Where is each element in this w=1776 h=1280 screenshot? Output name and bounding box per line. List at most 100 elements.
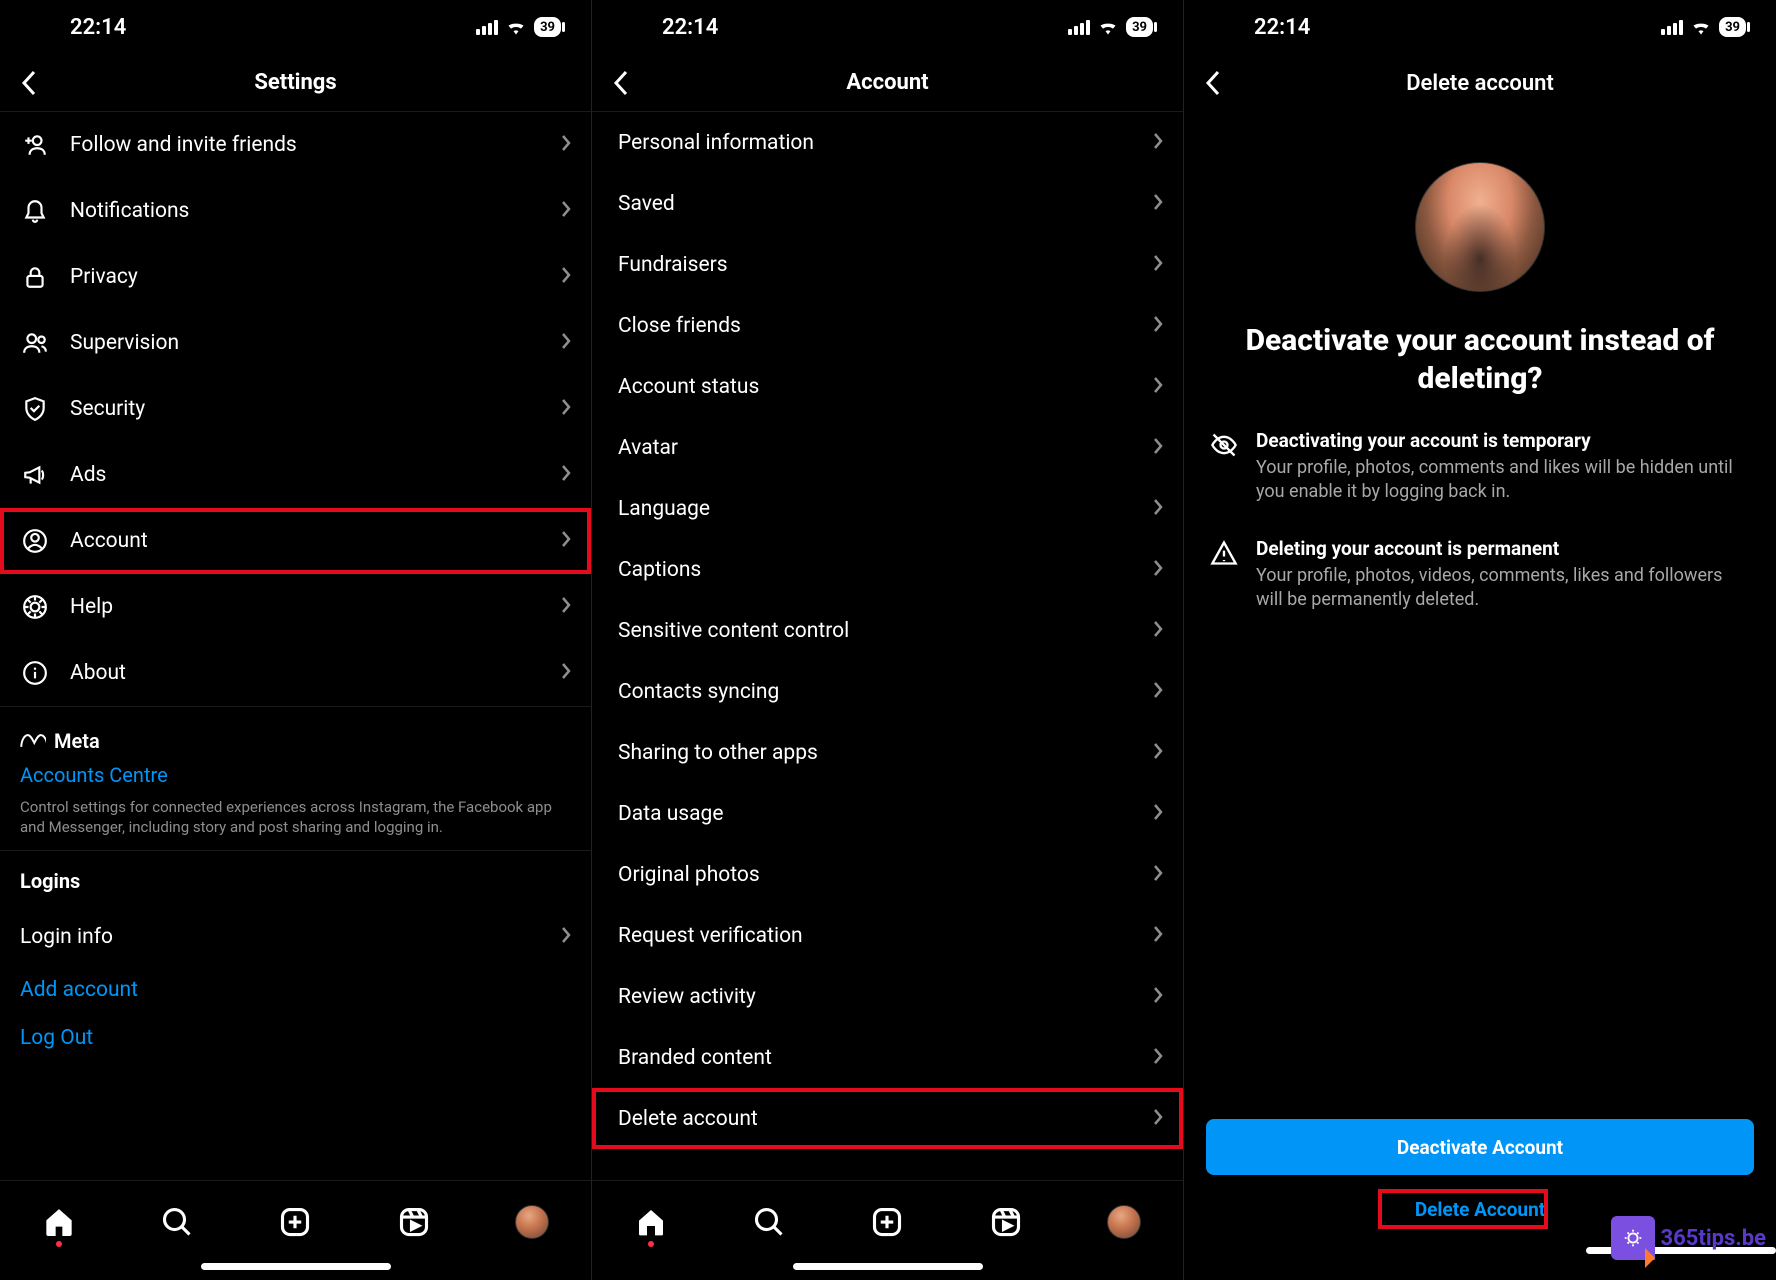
account-icon (20, 526, 50, 556)
tab-create[interactable] (278, 1205, 312, 1239)
log-out-link[interactable]: Log Out (0, 1015, 591, 1061)
meta-label: Meta (54, 729, 100, 753)
row-label: Ads (70, 463, 541, 487)
back-button[interactable] (606, 68, 636, 98)
help-icon (20, 592, 50, 622)
chevron-right-icon (1153, 925, 1163, 947)
status-bar: 22:14 39 (0, 0, 591, 54)
chevron-right-icon (1153, 193, 1163, 215)
profile-avatar (1415, 162, 1545, 292)
row-label: Branded content (612, 1046, 1133, 1070)
account-item-sensitive-content-control[interactable]: Sensitive content control (592, 600, 1183, 661)
chevron-right-icon (561, 464, 571, 486)
account-item-data-usage[interactable]: Data usage (592, 783, 1183, 844)
chevron-right-icon (1153, 864, 1163, 886)
watermark-text: 365tips.be (1661, 1226, 1766, 1251)
settings-item-privacy[interactable]: Privacy (0, 244, 591, 310)
settings-item-account[interactable]: Account (0, 508, 591, 574)
account-item-sharing-to-other-apps[interactable]: Sharing to other apps (592, 722, 1183, 783)
account-item-branded-content[interactable]: Branded content (592, 1027, 1183, 1088)
account-item-contacts-syncing[interactable]: Contacts syncing (592, 661, 1183, 722)
row-label: Security (70, 397, 541, 421)
account-item-review-activity[interactable]: Review activity (592, 966, 1183, 1027)
info-delete: Deleting your account is permanent Your … (1184, 537, 1776, 613)
account-item-personal-information[interactable]: Personal information (592, 112, 1183, 173)
row-label: Sensitive content control (612, 619, 1133, 643)
row-label: Account status (612, 375, 1133, 399)
battery-indicator: 39 (1126, 17, 1153, 37)
avatar-icon (515, 1205, 549, 1239)
account-item-close-friends[interactable]: Close friends (592, 295, 1183, 356)
account-item-captions[interactable]: Captions (592, 539, 1183, 600)
row-label: Login info (20, 925, 541, 949)
settings-item-security[interactable]: Security (0, 376, 591, 442)
account-item-saved[interactable]: Saved (592, 173, 1183, 234)
status-bar: 22:14 39 (1184, 0, 1776, 54)
home-indicator[interactable] (201, 1263, 391, 1270)
add-account-link[interactable]: Add account (0, 965, 591, 1015)
lock-icon (20, 262, 50, 292)
row-label: Contacts syncing (612, 680, 1133, 704)
chevron-right-icon (1153, 742, 1163, 764)
account-item-delete-account[interactable]: Delete account (592, 1088, 1183, 1149)
settings-item-follow-invite[interactable]: Follow and invite friends (0, 112, 591, 178)
tab-profile[interactable] (515, 1205, 549, 1239)
nav-header: Settings (0, 54, 591, 112)
status-time: 22:14 (1254, 15, 1310, 40)
info-deactivate: Deactivating your account is temporary Y… (1184, 429, 1776, 505)
cellular-icon (1661, 19, 1683, 35)
tab-reels[interactable] (397, 1205, 431, 1239)
chevron-right-icon (561, 596, 571, 618)
chevron-right-icon (1153, 437, 1163, 459)
row-label: Review activity (612, 985, 1133, 1009)
row-label: Notifications (70, 199, 541, 223)
chevron-right-icon (561, 332, 571, 354)
page-title: Account (846, 70, 928, 95)
tab-create[interactable] (870, 1205, 904, 1239)
info-icon (20, 658, 50, 688)
chevron-right-icon (561, 530, 571, 552)
tab-home[interactable] (42, 1205, 76, 1239)
chevron-right-icon (561, 266, 571, 288)
settings-item-notifications[interactable]: Notifications (0, 178, 591, 244)
wifi-icon (1691, 19, 1711, 35)
back-button[interactable] (1198, 68, 1228, 98)
bell-icon (20, 196, 50, 226)
chevron-right-icon (1153, 1047, 1163, 1069)
screen-settings: 22:14 39 Settings Follow and invite frie… (0, 0, 592, 1280)
account-item-request-verification[interactable]: Request verification (592, 905, 1183, 966)
page-title: Delete account (1406, 71, 1554, 96)
status-time: 22:14 (662, 15, 718, 40)
account-item-fundraisers[interactable]: Fundraisers (592, 234, 1183, 295)
settings-item-about[interactable]: About (0, 640, 591, 706)
row-label: Language (612, 497, 1133, 521)
settings-item-supervision[interactable]: Supervision (0, 310, 591, 376)
logins-section: Logins (0, 850, 591, 909)
accounts-centre-link[interactable]: Accounts Centre (20, 763, 571, 787)
tab-home[interactable] (634, 1205, 668, 1239)
megaphone-icon (20, 460, 50, 490)
screen-delete-account: 22:14 39 Delete account Deactivate your … (1184, 0, 1776, 1280)
meta-section: Meta Accounts Centre Control settings fo… (0, 706, 591, 850)
shield-icon (20, 394, 50, 424)
tab-profile[interactable] (1107, 1205, 1141, 1239)
chevron-right-icon (1153, 681, 1163, 703)
account-item-language[interactable]: Language (592, 478, 1183, 539)
row-label: Delete account (612, 1107, 1133, 1131)
account-item-avatar[interactable]: Avatar (592, 417, 1183, 478)
settings-item-ads[interactable]: Ads (0, 442, 591, 508)
screen-account: 22:14 39 Account Personal informationSav… (592, 0, 1184, 1280)
info-sub: Your profile, photos, videos, comments, … (1256, 564, 1750, 613)
tab-reels[interactable] (989, 1205, 1023, 1239)
settings-item-help[interactable]: Help (0, 574, 591, 640)
login-info-row[interactable]: Login info (0, 909, 591, 965)
deactivate-button[interactable]: Deactivate Account (1206, 1119, 1754, 1175)
status-time: 22:14 (70, 15, 126, 40)
account-item-original-photos[interactable]: Original photos (592, 844, 1183, 905)
tab-search[interactable] (752, 1205, 786, 1239)
tab-search[interactable] (160, 1205, 194, 1239)
home-indicator[interactable] (793, 1263, 983, 1270)
back-button[interactable] (14, 68, 44, 98)
account-item-account-status[interactable]: Account status (592, 356, 1183, 417)
chevron-right-icon (1153, 254, 1163, 276)
